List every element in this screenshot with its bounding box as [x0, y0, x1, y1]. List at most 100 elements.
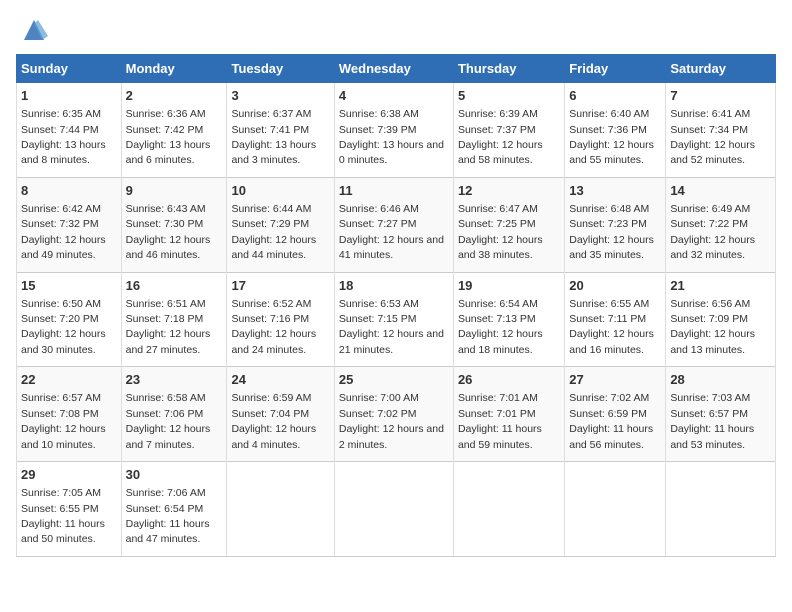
day-cell: 25Sunrise: 7:00 AMSunset: 7:02 PMDayligh…	[334, 367, 453, 462]
day-number: 10	[231, 182, 329, 200]
daylight-info: Daylight: 13 hours and 0 minutes.	[339, 139, 444, 166]
day-cell: 30Sunrise: 7:06 AMSunset: 6:54 PMDayligh…	[121, 462, 227, 557]
sunset-info: Sunset: 7:11 PM	[569, 313, 646, 325]
day-number: 14	[670, 182, 771, 200]
day-cell	[666, 462, 776, 557]
daylight-info: Daylight: 11 hours and 50 minutes.	[21, 518, 105, 545]
day-number: 11	[339, 182, 449, 200]
day-number: 8	[21, 182, 117, 200]
day-cell: 5Sunrise: 6:39 AMSunset: 7:37 PMDaylight…	[453, 83, 564, 178]
daylight-info: Daylight: 12 hours and 21 minutes.	[339, 328, 444, 355]
daylight-info: Daylight: 12 hours and 30 minutes.	[21, 328, 106, 355]
sunset-info: Sunset: 7:36 PM	[569, 124, 647, 136]
sunrise-info: Sunrise: 6:57 AM	[21, 392, 101, 404]
day-number: 25	[339, 371, 449, 389]
sunset-info: Sunset: 7:13 PM	[458, 313, 536, 325]
day-cell: 22 Sunrise: 6:57 AM Sunset: 7:08 PM Dayligh…	[17, 367, 122, 462]
sunrise-info: Sunrise: 7:02 AM	[569, 392, 649, 404]
daylight-info: Daylight: 13 hours and 3 minutes.	[231, 139, 316, 166]
sunset-info: Sunset: 7:01 PM	[458, 408, 536, 420]
day-cell: 18Sunrise: 6:53 AMSunset: 7:15 PMDayligh…	[334, 272, 453, 367]
day-cell: 10Sunrise: 6:44 AMSunset: 7:29 PMDayligh…	[227, 177, 334, 272]
day-number: 23	[126, 371, 223, 389]
sunrise-info: Sunrise: 7:00 AM	[339, 392, 419, 404]
day-number: 12	[458, 182, 560, 200]
day-number: 3	[231, 87, 329, 105]
sunset-info: Sunset: 7:08 PM	[21, 408, 99, 420]
week-row-4: 22 Sunrise: 6:57 AM Sunset: 7:08 PM Dayligh…	[17, 367, 776, 462]
day-number: 19	[458, 277, 560, 295]
day-cell: 17Sunrise: 6:52 AMSunset: 7:16 PMDayligh…	[227, 272, 334, 367]
day-number: 15	[21, 277, 117, 295]
sunrise-info: Sunrise: 6:44 AM	[231, 203, 311, 215]
day-cell: 1Sunrise: 6:35 AMSunset: 7:44 PMDaylight…	[17, 83, 122, 178]
daylight-info: Daylight: 12 hours and 13 minutes.	[670, 328, 755, 355]
sunrise-info: Sunrise: 6:58 AM	[126, 392, 206, 404]
sunrise-info: Sunrise: 7:06 AM	[126, 487, 206, 499]
day-number: 30	[126, 466, 223, 484]
day-cell: 19Sunrise: 6:54 AMSunset: 7:13 PMDayligh…	[453, 272, 564, 367]
day-number: 5	[458, 87, 560, 105]
day-cell: 16Sunrise: 6:51 AMSunset: 7:18 PMDayligh…	[121, 272, 227, 367]
sunset-info: Sunset: 6:57 PM	[670, 408, 748, 420]
sunrise-info: Sunrise: 6:52 AM	[231, 298, 311, 310]
sunset-info: Sunset: 7:16 PM	[231, 313, 309, 325]
sunset-info: Sunset: 7:09 PM	[670, 313, 748, 325]
sunrise-info: Sunrise: 6:36 AM	[126, 108, 206, 120]
daylight-info: Daylight: 12 hours and 38 minutes.	[458, 234, 543, 261]
daylight-info: Daylight: 12 hours and 32 minutes.	[670, 234, 755, 261]
sunset-info: Sunset: 6:55 PM	[21, 503, 99, 515]
sunrise-info: Sunrise: 6:51 AM	[126, 298, 206, 310]
sunrise-info: Sunrise: 6:42 AM	[21, 203, 101, 215]
sunrise-info: Sunrise: 6:53 AM	[339, 298, 419, 310]
day-number: 18	[339, 277, 449, 295]
sunset-info: Sunset: 7:25 PM	[458, 218, 536, 230]
sunrise-info: Sunrise: 6:43 AM	[126, 203, 206, 215]
sunrise-info: Sunrise: 6:54 AM	[458, 298, 538, 310]
day-number: 26	[458, 371, 560, 389]
day-number: 24	[231, 371, 329, 389]
sunset-info: Sunset: 7:44 PM	[21, 124, 99, 136]
week-row-1: 1Sunrise: 6:35 AMSunset: 7:44 PMDaylight…	[17, 83, 776, 178]
day-number: 7	[670, 87, 771, 105]
daylight-info: Daylight: 11 hours and 47 minutes.	[126, 518, 210, 545]
sunrise-info: Sunrise: 6:37 AM	[231, 108, 311, 120]
sunrise-info: Sunrise: 6:49 AM	[670, 203, 750, 215]
sunrise-info: Sunrise: 6:40 AM	[569, 108, 649, 120]
calendar-table: SundayMondayTuesdayWednesdayThursdayFrid…	[16, 54, 776, 557]
daylight-info: Daylight: 12 hours and 10 minutes.	[21, 423, 106, 450]
sunrise-info: Sunrise: 6:48 AM	[569, 203, 649, 215]
sunset-info: Sunset: 6:59 PM	[569, 408, 647, 420]
day-number: 27	[569, 371, 661, 389]
day-number: 13	[569, 182, 661, 200]
sunrise-info: Sunrise: 6:35 AM	[21, 108, 101, 120]
day-number: 20	[569, 277, 661, 295]
daylight-info: Daylight: 12 hours and 27 minutes.	[126, 328, 211, 355]
sunset-info: Sunset: 7:30 PM	[126, 218, 204, 230]
day-cell	[453, 462, 564, 557]
col-header-wednesday: Wednesday	[334, 55, 453, 83]
week-row-2: 8 Sunrise: 6:42 AM Sunset: 7:32 PM Daylight…	[17, 177, 776, 272]
logo-icon	[20, 16, 48, 44]
sunset-info: Sunset: 7:23 PM	[569, 218, 647, 230]
day-number: 4	[339, 87, 449, 105]
day-number: 22	[21, 371, 117, 389]
sunset-info: Sunset: 7:29 PM	[231, 218, 309, 230]
sunrise-info: Sunrise: 7:01 AM	[458, 392, 538, 404]
daylight-info: Daylight: 12 hours and 46 minutes.	[126, 234, 211, 261]
col-header-sunday: Sunday	[17, 55, 122, 83]
col-header-saturday: Saturday	[666, 55, 776, 83]
daylight-info: Daylight: 12 hours and 24 minutes.	[231, 328, 316, 355]
day-number: 28	[670, 371, 771, 389]
daylight-info: Daylight: 12 hours and 58 minutes.	[458, 139, 543, 166]
daylight-info: Daylight: 11 hours and 59 minutes.	[458, 423, 542, 450]
sunset-info: Sunset: 7:06 PM	[126, 408, 204, 420]
day-cell	[227, 462, 334, 557]
sunset-info: Sunset: 7:41 PM	[231, 124, 309, 136]
day-number: 6	[569, 87, 661, 105]
day-cell: 23Sunrise: 6:58 AMSunset: 7:06 PMDayligh…	[121, 367, 227, 462]
col-header-friday: Friday	[565, 55, 666, 83]
day-cell: 2Sunrise: 6:36 AMSunset: 7:42 PMDaylight…	[121, 83, 227, 178]
sunrise-info: Sunrise: 6:56 AM	[670, 298, 750, 310]
sunset-info: Sunset: 7:32 PM	[21, 218, 99, 230]
